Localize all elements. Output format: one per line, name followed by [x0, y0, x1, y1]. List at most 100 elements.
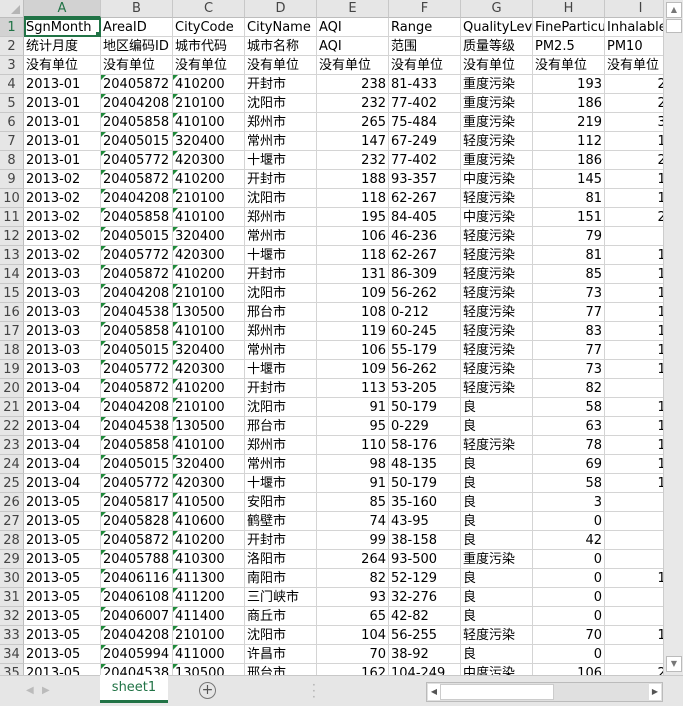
cell-A2[interactable]: 统计月度 — [24, 37, 101, 56]
row-header[interactable]: 30 — [0, 569, 24, 588]
cell-F9[interactable]: 93-357 — [389, 170, 461, 189]
cell-F30[interactable]: 52-129 — [389, 569, 461, 588]
row-header[interactable]: 22 — [0, 417, 24, 436]
cell-D20[interactable]: 开封市 — [245, 379, 317, 398]
cell-E1[interactable]: AQI — [317, 18, 389, 37]
cell-B20[interactable]: 20405872 — [101, 379, 173, 398]
row-header[interactable]: 18 — [0, 341, 24, 360]
cell-A6[interactable]: 2013-01 — [24, 113, 101, 132]
cell-C18[interactable]: 320400 — [173, 341, 245, 360]
cell-H17[interactable]: 83 — [533, 322, 605, 341]
cell-E28[interactable]: 99 — [317, 531, 389, 550]
row-header[interactable]: 1 — [0, 18, 24, 37]
cell-I27[interactable]: 9 — [605, 512, 663, 531]
horizontal-scrollbar[interactable]: ◀ ▶ — [426, 682, 663, 702]
row-header[interactable]: 21 — [0, 398, 24, 417]
cell-I11[interactable]: 21 — [605, 208, 663, 227]
cell-F14[interactable]: 86-309 — [389, 265, 461, 284]
cell-G17[interactable]: 轻度污染 — [461, 322, 533, 341]
cell-E16[interactable]: 108 — [317, 303, 389, 322]
cell-D31[interactable]: 三门峡市 — [245, 588, 317, 607]
cell-E2[interactable]: AQI — [317, 37, 389, 56]
cell-B26[interactable]: 20405817 — [101, 493, 173, 512]
cell-A9[interactable]: 2013-02 — [24, 170, 101, 189]
cell-G8[interactable]: 重度污染 — [461, 151, 533, 170]
cell-E25[interactable]: 91 — [317, 474, 389, 493]
arrow-up-icon[interactable]: ▲ — [666, 2, 682, 18]
row-header[interactable]: 4 — [0, 75, 24, 94]
cell-B27[interactable]: 20405828 — [101, 512, 173, 531]
cell-D13[interactable]: 十堰市 — [245, 246, 317, 265]
cell-A24[interactable]: 2013-04 — [24, 455, 101, 474]
cell-H15[interactable]: 73 — [533, 284, 605, 303]
cell-F21[interactable]: 50-179 — [389, 398, 461, 417]
cell-E13[interactable]: 118 — [317, 246, 389, 265]
cell-I12[interactable]: 9 — [605, 227, 663, 246]
cell-I32[interactable]: 8 — [605, 607, 663, 626]
cell-A21[interactable]: 2013-04 — [24, 398, 101, 417]
arrow-left-icon[interactable]: ◀ — [428, 684, 440, 700]
cell-E33[interactable]: 104 — [317, 626, 389, 645]
cell-A12[interactable]: 2013-02 — [24, 227, 101, 246]
cell-C5[interactable]: 210100 — [173, 94, 245, 113]
cell-H1[interactable]: FineParticulate — [533, 18, 605, 37]
cell-D10[interactable]: 沈阳市 — [245, 189, 317, 208]
row-header[interactable]: 16 — [0, 303, 24, 322]
cell-F17[interactable]: 60-245 — [389, 322, 461, 341]
cell-G15[interactable]: 轻度污染 — [461, 284, 533, 303]
row-header[interactable]: 10 — [0, 189, 24, 208]
cell-E34[interactable]: 70 — [317, 645, 389, 664]
cell-B29[interactable]: 20405788 — [101, 550, 173, 569]
cell-D12[interactable]: 常州市 — [245, 227, 317, 246]
cell-E22[interactable]: 95 — [317, 417, 389, 436]
cell-F23[interactable]: 58-176 — [389, 436, 461, 455]
cell-E23[interactable]: 110 — [317, 436, 389, 455]
row-header[interactable]: 34 — [0, 645, 24, 664]
cell-E35[interactable]: 162 — [317, 664, 389, 675]
row-header[interactable]: 12 — [0, 227, 24, 246]
cell-C29[interactable]: 410300 — [173, 550, 245, 569]
row-header[interactable]: 6 — [0, 113, 24, 132]
column-header-I[interactable]: I — [605, 0, 663, 18]
cell-D23[interactable]: 郑州市 — [245, 436, 317, 455]
cell-D19[interactable]: 十堰市 — [245, 360, 317, 379]
row-header[interactable]: 19 — [0, 360, 24, 379]
cell-G34[interactable]: 良 — [461, 645, 533, 664]
cell-I25[interactable]: 11 — [605, 474, 663, 493]
cell-G24[interactable]: 良 — [461, 455, 533, 474]
cell-A4[interactable]: 2013-01 — [24, 75, 101, 94]
cell-E24[interactable]: 98 — [317, 455, 389, 474]
cell-G27[interactable]: 良 — [461, 512, 533, 531]
cell-E18[interactable]: 106 — [317, 341, 389, 360]
cell-E20[interactable]: 113 — [317, 379, 389, 398]
cell-H28[interactable]: 42 — [533, 531, 605, 550]
cell-I24[interactable]: 11 — [605, 455, 663, 474]
cell-D2[interactable]: 城市名称 — [245, 37, 317, 56]
row-header[interactable]: 25 — [0, 474, 24, 493]
cell-G3[interactable]: 没有单位 — [461, 56, 533, 75]
cell-D5[interactable]: 沈阳市 — [245, 94, 317, 113]
cell-H24[interactable]: 69 — [533, 455, 605, 474]
cell-B12[interactable]: 20405015 — [101, 227, 173, 246]
cell-G20[interactable]: 轻度污染 — [461, 379, 533, 398]
row-header[interactable]: 11 — [0, 208, 24, 227]
cell-C3[interactable]: 没有单位 — [173, 56, 245, 75]
cell-F3[interactable]: 没有单位 — [389, 56, 461, 75]
cell-D15[interactable]: 沈阳市 — [245, 284, 317, 303]
cell-A30[interactable]: 2013-05 — [24, 569, 101, 588]
cell-I21[interactable]: 11 — [605, 398, 663, 417]
cell-G10[interactable]: 轻度污染 — [461, 189, 533, 208]
cell-I13[interactable]: 12 — [605, 246, 663, 265]
cell-E31[interactable]: 93 — [317, 588, 389, 607]
row-header[interactable]: 13 — [0, 246, 24, 265]
cell-C35[interactable]: 130500 — [173, 664, 245, 675]
cell-I10[interactable]: 12 — [605, 189, 663, 208]
cell-A14[interactable]: 2013-03 — [24, 265, 101, 284]
cell-F24[interactable]: 48-135 — [389, 455, 461, 474]
cell-G13[interactable]: 轻度污染 — [461, 246, 533, 265]
cell-E17[interactable]: 119 — [317, 322, 389, 341]
cell-C33[interactable]: 210100 — [173, 626, 245, 645]
cell-F5[interactable]: 77-402 — [389, 94, 461, 113]
row-header[interactable]: 29 — [0, 550, 24, 569]
cell-H30[interactable]: 0 — [533, 569, 605, 588]
